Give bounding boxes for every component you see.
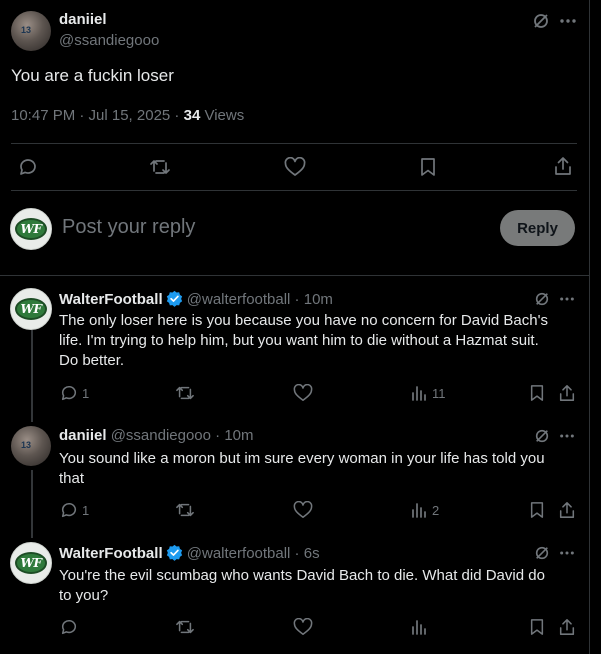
- more-options-icon[interactable]: [559, 545, 575, 561]
- share-icon[interactable]: [558, 384, 576, 402]
- verified-icon: [166, 290, 182, 307]
- views-label: Views: [200, 107, 245, 124]
- share-icon[interactable]: [558, 501, 576, 519]
- more-options-icon[interactable]: [559, 291, 575, 307]
- reply-button[interactable]: Reply: [500, 210, 575, 246]
- share-icon[interactable]: [553, 156, 573, 176]
- reply-count: 1: [82, 386, 90, 401]
- grok-icon[interactable]: [534, 291, 550, 307]
- reply-header: WalterFootball @walterfootball · 10m: [59, 290, 333, 308]
- reply-text: You sound like a moron but im sure every…: [59, 450, 545, 487]
- verified-icon: [166, 544, 182, 561]
- tweet-meta: 10:47 PM · Jul 15, 2025 · 34 Views: [11, 107, 244, 124]
- reply-icon[interactable]: [60, 618, 78, 636]
- author-name[interactable]: WalterFootball: [59, 291, 163, 308]
- bookmark-icon[interactable]: [529, 501, 545, 519]
- views-count: 11: [432, 386, 446, 401]
- author-handle[interactable]: @ssandiegooo: [59, 32, 159, 49]
- tweet-timestamp[interactable]: 10:47 PM · Jul 15, 2025 ·: [11, 107, 184, 124]
- views-count: 34: [183, 107, 201, 124]
- avatar[interactable]: 13: [11, 426, 51, 466]
- more-options-icon[interactable]: [559, 12, 577, 30]
- avatar[interactable]: WF: [10, 542, 52, 584]
- author-name[interactable]: WalterFootball: [59, 545, 163, 562]
- reply-count: 1: [82, 503, 90, 518]
- reply-input[interactable]: Post your reply: [62, 216, 195, 239]
- analytics-icon[interactable]: [411, 502, 427, 518]
- reply-header: daniiel @ssandiegooo · 10m: [59, 427, 254, 444]
- repost-icon[interactable]: [175, 501, 195, 519]
- wf-logo: WF: [20, 222, 43, 236]
- grok-icon[interactable]: [534, 428, 550, 444]
- tweet-text: You are a fuckin loser: [11, 66, 174, 85]
- author-handle[interactable]: @walterfootball: [187, 545, 291, 562]
- bookmark-icon[interactable]: [529, 618, 545, 636]
- like-icon[interactable]: [293, 501, 313, 519]
- wf-logo: WF: [20, 302, 43, 316]
- reply-age[interactable]: · 10m: [211, 427, 253, 444]
- analytics-icon[interactable]: [411, 619, 427, 635]
- reply-text: The only loser here is you because you h…: [59, 312, 548, 369]
- jersey-number: 13: [21, 440, 32, 450]
- repost-icon[interactable]: [175, 384, 195, 402]
- reply-age[interactable]: · 6s: [290, 545, 320, 562]
- author-handle[interactable]: @walterfootball: [187, 291, 291, 308]
- reply-icon[interactable]: [60, 501, 78, 519]
- divider: [11, 143, 577, 144]
- reply-icon[interactable]: [18, 157, 38, 177]
- author-name[interactable]: daniiel: [59, 11, 107, 28]
- more-options-icon[interactable]: [559, 428, 575, 444]
- divider: [0, 275, 590, 276]
- analytics-icon[interactable]: [411, 385, 427, 401]
- grok-icon[interactable]: [532, 12, 550, 30]
- reply-age[interactable]: · 10m: [290, 291, 333, 308]
- avatar[interactable]: WF: [10, 208, 52, 250]
- reply-text: You're the evil scumbag who wants David …: [59, 567, 545, 604]
- wf-logo: WF: [20, 556, 43, 570]
- bookmark-icon[interactable]: [419, 157, 437, 177]
- repost-icon[interactable]: [149, 157, 171, 177]
- thread-line: [31, 470, 33, 538]
- avatar[interactable]: WF: [10, 288, 52, 330]
- author-name[interactable]: daniiel: [59, 427, 107, 444]
- scrollbar[interactable]: [590, 0, 601, 654]
- like-icon[interactable]: [293, 618, 313, 636]
- thread-line: [31, 330, 33, 422]
- like-icon[interactable]: [284, 157, 306, 177]
- grok-icon[interactable]: [534, 545, 550, 561]
- bookmark-icon[interactable]: [529, 384, 545, 402]
- repost-icon[interactable]: [175, 618, 195, 636]
- views-count: 2: [432, 503, 440, 518]
- share-icon[interactable]: [558, 618, 576, 636]
- author-handle[interactable]: @ssandiegooo: [111, 427, 211, 444]
- reply-icon[interactable]: [60, 384, 78, 402]
- avatar[interactable]: 13: [11, 11, 51, 51]
- divider: [11, 190, 577, 191]
- reply-header: WalterFootball @walterfootball · 6s: [59, 544, 320, 562]
- conversation-column: 13 daniiel @ssandiegooo You are a fuckin…: [0, 0, 590, 654]
- jersey-number: 13: [21, 25, 32, 35]
- like-icon[interactable]: [293, 384, 313, 402]
